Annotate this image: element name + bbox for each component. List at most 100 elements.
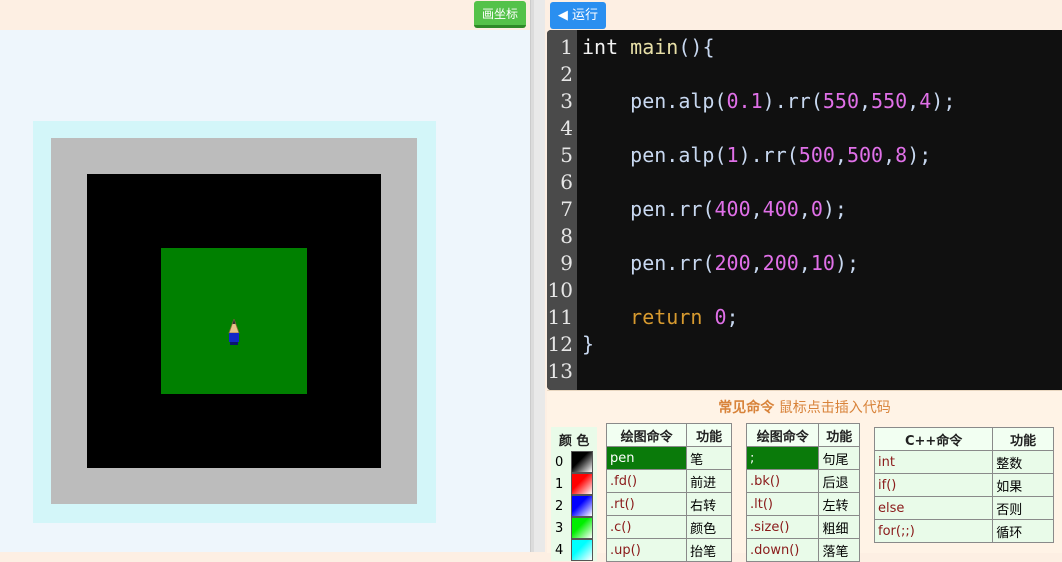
command-row[interactable]: else 否则 xyxy=(873,496,1054,520)
command-function[interactable]: 右转 xyxy=(686,492,732,516)
command-row[interactable]: .up() 抬笔 xyxy=(605,538,732,562)
color-swatch-cell[interactable] xyxy=(567,473,597,495)
command-code[interactable]: .down() xyxy=(745,538,820,562)
command-function[interactable]: 颜色 xyxy=(686,515,732,539)
color-index: 3 xyxy=(555,520,564,536)
code-line[interactable]: pen.rr(400,400,0); xyxy=(582,197,847,221)
color-swatch[interactable] xyxy=(571,451,594,473)
command-function[interactable]: 句尾 xyxy=(818,446,860,470)
command-function[interactable]: 粗细 xyxy=(818,515,860,539)
color-index: 2 xyxy=(555,498,564,514)
line-number-gutter: 1 2 3 4 5 6 7 8 9 10 11 12 13 xyxy=(547,30,577,390)
command-function[interactable]: 后退 xyxy=(818,469,860,493)
color-swatch[interactable] xyxy=(571,517,594,539)
pane-splitter[interactable] xyxy=(530,0,545,552)
table-header: 绘图命令 xyxy=(745,423,820,447)
command-code[interactable]: int xyxy=(873,450,994,474)
table-header: 功能 xyxy=(686,423,732,447)
command-code[interactable]: .c() xyxy=(605,515,688,539)
command-row[interactable]: .size() 粗细 xyxy=(745,515,860,539)
line-number: 13 xyxy=(547,359,573,383)
command-function[interactable]: 前进 xyxy=(686,469,732,493)
code-line[interactable]: pen.alp(1).rr(500,500,8); xyxy=(582,143,931,167)
color-swatch-cell[interactable] xyxy=(567,539,597,561)
table-header: C++命令 xyxy=(873,427,994,451)
line-number: 12 xyxy=(547,332,573,356)
table-header: 绘图命令 xyxy=(605,423,688,447)
code-line[interactable]: pen.rr(200,200,10); xyxy=(582,251,859,275)
command-function[interactable]: 否则 xyxy=(992,496,1054,520)
command-row[interactable]: for(;;) 循环 xyxy=(873,519,1054,543)
code-line[interactable]: int main(){ xyxy=(582,35,714,59)
line-number: 7 xyxy=(560,197,573,221)
command-code[interactable]: ; xyxy=(745,446,820,470)
command-row[interactable]: .fd() 前进 xyxy=(605,469,732,493)
command-function[interactable]: 循环 xyxy=(992,519,1054,543)
draw-coordinates-button[interactable]: 画坐标 xyxy=(474,1,526,28)
line-number: 8 xyxy=(560,224,573,248)
line-number: 4 xyxy=(560,116,573,140)
code-line[interactable]: return 0; xyxy=(582,305,738,329)
command-row[interactable]: .rt() 右转 xyxy=(605,492,732,516)
color-header: 颜 色 xyxy=(558,433,590,449)
draw-commands-table-1: 绘图命令 功能 pen 笔 .fd() 前进 .rt() 右转 .c() 颜色 .up() 抬笔 xyxy=(605,423,732,562)
color-swatch[interactable] xyxy=(571,539,594,561)
color-row[interactable]: 1 xyxy=(551,473,597,495)
command-function[interactable]: 落笔 xyxy=(818,538,860,562)
command-code[interactable]: .lt() xyxy=(745,492,820,516)
command-row[interactable]: .bk() 后退 xyxy=(745,469,860,493)
line-number: 11 xyxy=(547,305,573,329)
line-number: 10 xyxy=(547,278,573,302)
command-code[interactable]: else xyxy=(873,496,994,520)
command-row[interactable]: .c() 颜色 xyxy=(605,515,732,539)
line-number: 3 xyxy=(560,89,573,113)
pen-cursor-icon xyxy=(228,319,240,345)
command-code[interactable]: pen xyxy=(605,446,688,470)
run-button[interactable]: ◀ 运行 xyxy=(550,2,606,29)
command-code[interactable]: .rt() xyxy=(605,492,688,516)
color-table: 颜 色 0 1 2 3 4 xyxy=(551,427,598,561)
command-function[interactable]: 整数 xyxy=(992,450,1054,474)
command-code[interactable]: .fd() xyxy=(605,469,688,493)
color-index: 0 xyxy=(555,454,564,470)
table-header: 功能 xyxy=(818,423,860,447)
color-index: 1 xyxy=(555,476,564,492)
command-function[interactable]: 抬笔 xyxy=(686,538,732,562)
draw-commands-table-2: 绘图命令 功能; 句尾 .bk() 后退 .lt() 左转 .size() 粗细 .down() 落… xyxy=(745,423,860,562)
command-row[interactable]: ; 句尾 xyxy=(745,446,860,470)
color-swatch-cell[interactable] xyxy=(567,451,597,473)
command-row[interactable]: .lt() 左转 xyxy=(745,492,860,516)
color-index: 4 xyxy=(555,542,564,558)
color-swatch-cell[interactable] xyxy=(567,517,597,539)
command-function[interactable]: 如果 xyxy=(992,473,1054,497)
command-row[interactable]: .down() 落笔 xyxy=(745,538,860,562)
cpp-commands-table: C++命令 功能 int 整数 if() 如果 else 否则 for(;;) 循环 xyxy=(873,427,1054,543)
command-code[interactable]: .bk() xyxy=(745,469,820,493)
commands-panel: 常见命令 鼠标点击插入代码 颜 色 01234 绘图命令 功能 pen 笔 .fd() 前… xyxy=(547,390,1062,562)
color-swatch-cell[interactable] xyxy=(567,495,597,517)
color-swatch[interactable] xyxy=(571,473,594,495)
line-number: 9 xyxy=(560,251,573,275)
code-line[interactable]: } xyxy=(582,332,594,356)
command-row[interactable]: if() 如果 xyxy=(873,473,1054,497)
command-function[interactable]: 笔 xyxy=(686,446,732,470)
color-swatch[interactable] xyxy=(571,495,594,517)
line-number: 5 xyxy=(560,143,573,167)
command-code[interactable]: for(;;) xyxy=(873,519,994,543)
color-row[interactable]: 4 xyxy=(551,539,597,561)
color-row[interactable]: 0 xyxy=(551,451,597,473)
color-row[interactable]: 3 xyxy=(551,517,597,539)
command-row[interactable]: pen 笔 xyxy=(605,446,732,470)
color-row[interactable]: 2 xyxy=(551,495,597,517)
command-code[interactable]: if() xyxy=(873,473,994,497)
table-header: 功能 xyxy=(992,427,1054,451)
command-row[interactable]: int 整数 xyxy=(873,450,1054,474)
code-line[interactable]: pen.alp(0.1).rr(550,550,4); xyxy=(582,89,955,113)
line-number: 1 xyxy=(560,35,573,59)
commands-title: 常见命令 鼠标点击插入代码 xyxy=(718,400,891,416)
command-function[interactable]: 左转 xyxy=(818,492,860,516)
command-code[interactable]: .up() xyxy=(605,538,688,562)
code-editor[interactable]: 1 2 3 4 5 6 7 8 9 10 11 12 13 int main(){ pen.alp(0.… xyxy=(547,30,1062,390)
command-code[interactable]: .size() xyxy=(745,515,820,539)
line-number: 6 xyxy=(560,170,573,194)
